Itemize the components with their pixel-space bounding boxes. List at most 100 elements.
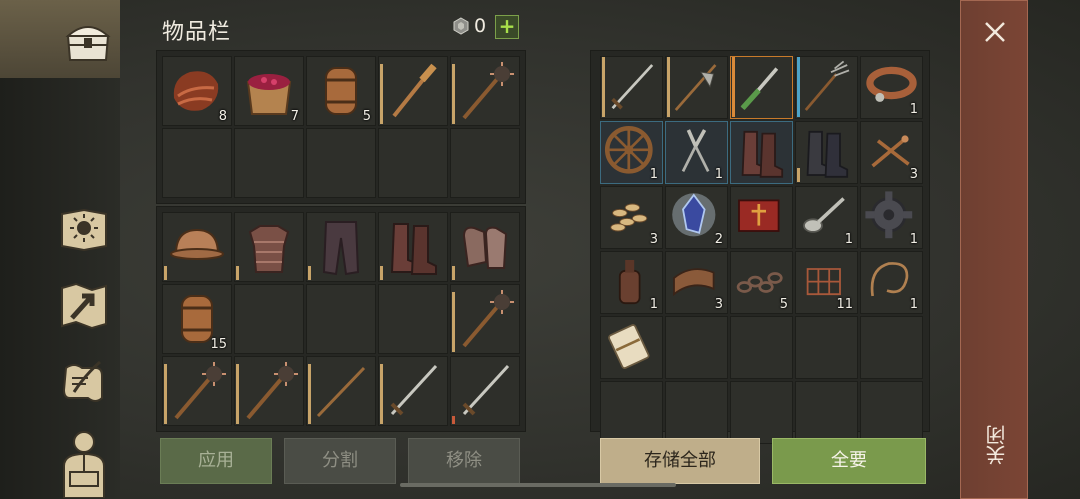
helmet-item[interactable]: [162, 212, 232, 282]
durability-bar: [380, 364, 383, 424]
green-dagger-icon: [740, 67, 779, 111]
empty-slot[interactable]: [306, 284, 376, 354]
item-quantity: 3: [714, 297, 723, 312]
halberd-icon: [674, 64, 717, 111]
item-quantity: 1: [909, 297, 918, 312]
meat-item[interactable]: 8: [162, 56, 232, 126]
store-all-button[interactable]: 存储全部: [600, 438, 760, 484]
seeds-item[interactable]: 3: [600, 186, 663, 249]
chainmail-item[interactable]: [234, 212, 304, 282]
pitchfork-icon: [804, 60, 850, 111]
durability-bar: [452, 292, 455, 352]
item-quantity: 3: [909, 167, 918, 182]
book-item[interactable]: [730, 186, 793, 249]
chain-item[interactable]: 5: [730, 251, 793, 314]
close-icon[interactable]: [983, 20, 1007, 44]
mace-item[interactable]: [450, 56, 520, 126]
pitchfork-item[interactable]: [795, 56, 858, 119]
empty-slot[interactable]: [795, 381, 858, 444]
empty-slot[interactable]: [730, 316, 793, 379]
gloves-item[interactable]: [450, 212, 520, 282]
close-label[interactable]: 关闭: [982, 425, 1010, 465]
mace-icon: [246, 362, 298, 420]
sword-item[interactable]: [378, 356, 448, 426]
boots-icon: [741, 130, 784, 178]
rope-item[interactable]: 1: [860, 251, 923, 314]
take-all-button[interactable]: 全要: [772, 438, 926, 484]
club-item[interactable]: [378, 56, 448, 126]
empty-slot[interactable]: [378, 284, 448, 354]
empty-slot[interactable]: [234, 128, 304, 198]
item-quantity: 5: [779, 297, 788, 312]
split-button[interactable]: 分割: [284, 438, 396, 484]
mace-item[interactable]: [162, 356, 232, 426]
item-quantity: 3: [649, 232, 658, 247]
empty-slot[interactable]: [730, 381, 793, 444]
dark-boots-item[interactable]: [795, 121, 858, 184]
sword-icon: [390, 364, 438, 416]
durability-bar: [732, 57, 735, 117]
crystal-item[interactable]: 2: [665, 186, 728, 249]
gear-item[interactable]: 1: [860, 186, 923, 249]
item-quantity: 5: [362, 109, 371, 124]
wheel-item[interactable]: 1: [600, 121, 663, 184]
empty-slot[interactable]: [600, 381, 663, 444]
nails-item[interactable]: 3: [860, 121, 923, 184]
durability-bar: [667, 57, 670, 117]
empty-slot[interactable]: [306, 128, 376, 198]
map-icon[interactable]: [56, 278, 112, 334]
berry-bucket-item[interactable]: 7: [234, 56, 304, 126]
collar-item[interactable]: 1: [860, 56, 923, 119]
character-icon[interactable]: [56, 428, 112, 498]
barrel-item[interactable]: 5: [306, 56, 376, 126]
sun-book-icon[interactable]: [56, 200, 112, 256]
empty-slot[interactable]: [234, 284, 304, 354]
item-quantity: 2: [714, 232, 723, 247]
mace-item[interactable]: [234, 356, 304, 426]
durability-bar: [452, 64, 455, 124]
mace-item[interactable]: [450, 284, 520, 354]
apply-button[interactable]: 应用: [160, 438, 272, 484]
spear-item[interactable]: [306, 356, 376, 426]
item-quantity: 1: [909, 232, 918, 247]
empty-slot[interactable]: [378, 128, 448, 198]
item-quantity: 8: [218, 109, 227, 124]
durability-bar: [452, 266, 455, 280]
add-gems-button[interactable]: +: [495, 15, 519, 39]
durability-bar: [380, 266, 383, 280]
chainmail-icon: [248, 225, 290, 273]
green-dagger-item[interactable]: [730, 56, 793, 119]
pants-item[interactable]: [306, 212, 376, 282]
sword-item[interactable]: [450, 356, 520, 426]
empty-slot[interactable]: [162, 128, 232, 198]
empty-slot[interactable]: [860, 381, 923, 444]
spoon-item[interactable]: 1: [795, 186, 858, 249]
pants-icon: [322, 221, 360, 276]
inventory-grid-equip: 15: [162, 212, 520, 426]
halberd-item[interactable]: [665, 56, 728, 119]
inventory-title: 物品栏: [162, 20, 232, 45]
net-item[interactable]: 11: [795, 251, 858, 314]
empty-slot[interactable]: [795, 316, 858, 379]
scroll-indicator[interactable]: [400, 483, 676, 487]
leather-item[interactable]: 3: [665, 251, 728, 314]
scroll-quill-icon[interactable]: [56, 354, 112, 410]
empty-slot[interactable]: [665, 381, 728, 444]
barrel-item[interactable]: 15: [162, 284, 232, 354]
book-icon: [738, 199, 780, 232]
chest-icon[interactable]: [60, 12, 116, 68]
empty-slot[interactable]: [450, 128, 520, 198]
durability-bar: [797, 168, 800, 182]
empty-slot[interactable]: [860, 316, 923, 379]
sword-item[interactable]: [600, 56, 663, 119]
durability-bar: [602, 57, 605, 117]
scroll-icon: [608, 324, 650, 370]
remove-button[interactable]: 移除: [408, 438, 520, 484]
boots-item[interactable]: [730, 121, 793, 184]
empty-slot[interactable]: [665, 316, 728, 379]
pliers-item[interactable]: 1: [665, 121, 728, 184]
scroll-item[interactable]: [600, 316, 663, 379]
bottle-item[interactable]: 1: [600, 251, 663, 314]
item-quantity: 1: [714, 167, 723, 182]
boots-item[interactable]: [378, 212, 448, 282]
